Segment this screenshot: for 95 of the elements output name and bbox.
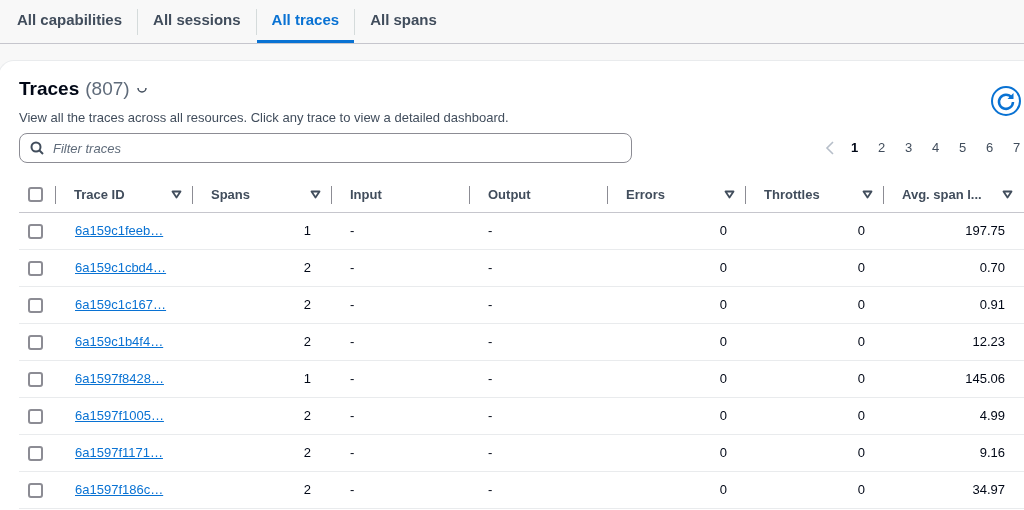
table-cell: - [488,223,493,239]
table-cell: 0 [857,223,865,239]
table-cell: - [488,408,493,424]
table-cell: 2 [303,334,311,350]
table-cell: 0 [857,260,865,276]
table-cell: - [488,445,493,461]
table-cell: - [350,260,355,276]
trace-id-link[interactable]: 6a159c1b4f4… [75,334,164,350]
tab[interactable]: All sessions [138,0,256,43]
panel-title: Traces [19,77,80,101]
trace-id-link[interactable]: 6a1597f186c… [75,482,164,498]
table-cell: - [350,223,355,239]
page-number[interactable]: 1 [847,138,862,158]
table-cell: 0 [857,445,865,461]
table-cell: 0 [719,334,727,350]
row-checkbox[interactable] [28,371,43,387]
table-cell: 0.91 [979,297,1005,313]
column-header: Input [350,185,382,204]
row-checkbox[interactable] [28,223,43,239]
trace-id-link[interactable]: 6a1597f8428… [75,371,164,387]
panel-description: View all the traces across all resources. Click any trace to view a detailed dashboard. [19,108,509,127]
table-cell: - [488,297,493,313]
page-number[interactable]: 7 [1009,138,1024,158]
row-checkbox[interactable] [28,408,43,424]
search-icon [30,141,44,155]
table-cell: 0.70 [979,260,1005,276]
table-cell: 0 [719,297,727,313]
previous-page-icon[interactable] [825,141,835,155]
table-cell: 1 [303,371,311,387]
table-cell: - [350,371,355,387]
table-cell: 0 [719,260,727,276]
trace-id-link[interactable]: 6a159c1feeb… [75,223,164,239]
table-cell: 0 [719,408,727,424]
table-cell: - [488,482,493,498]
row-checkbox[interactable] [28,482,43,498]
trace-id-link[interactable]: 6a1597f1005… [75,408,164,424]
page-number[interactable]: 2 [874,138,889,158]
table-cell: - [488,260,493,276]
row-checkbox[interactable] [28,297,43,313]
table-cell: - [488,334,493,350]
page-number[interactable]: 4 [928,138,943,158]
tab[interactable]: All traces [256,0,355,43]
table-cell: 1 [303,223,311,239]
column-header: Trace ID [74,185,125,204]
table-cell: 0 [719,371,727,387]
table-cell: 145.06 [965,371,1005,387]
sort-icon[interactable] [171,190,182,199]
table-cell: - [350,334,355,350]
table-cell: 0 [719,445,727,461]
refresh-icon[interactable] [990,85,1022,117]
trace-id-link[interactable]: 6a1597f1171… [75,445,163,461]
table-cell: 2 [303,482,311,498]
table-cell: 9.16 [979,445,1005,461]
table-cell: 2 [303,408,311,424]
table-cell: 12.23 [972,334,1005,350]
sort-icon[interactable] [1002,190,1013,199]
table-cell: - [350,482,355,498]
table-cell: 2 [303,297,311,313]
column-header: Errors [626,185,666,204]
table-cell: 2 [303,445,311,461]
sort-icon[interactable] [310,190,321,199]
tab[interactable]: All capabilities [2,0,138,43]
table-cell: 34.97 [972,482,1005,498]
table-cell: 4.99 [979,408,1005,424]
row-checkbox[interactable] [28,334,43,350]
column-header: Output [488,185,531,204]
trace-id-link[interactable]: 6a159c1cbd4… [75,260,167,276]
column-header: Throttles [764,185,820,204]
page-number[interactable]: 5 [955,138,970,158]
column-header: Avg. span l... [902,185,982,204]
row-checkbox[interactable] [28,187,43,202]
table-cell: 2 [303,260,311,276]
table-cell: 0 [857,334,865,350]
sort-icon[interactable] [724,190,735,199]
table-cell: 0 [719,482,727,498]
table-cell: - [350,445,355,461]
table-cell: 0 [857,408,865,424]
page-number[interactable]: 3 [901,138,916,158]
table-cell: - [350,297,355,313]
trace-count: (807) [85,77,130,101]
table-cell: 0 [719,223,727,239]
trace-id-link[interactable]: 6a159c1c167… [75,297,167,313]
table-cell: 0 [857,482,865,498]
table-cell: - [488,371,493,387]
sort-icon[interactable] [862,190,873,199]
table-cell: - [350,408,355,424]
row-checkbox[interactable] [28,260,43,276]
table-cell: 0 [857,371,865,387]
row-checkbox[interactable] [28,445,43,461]
page-number[interactable]: 6 [982,138,997,158]
tab[interactable]: All spans [355,0,452,43]
table-cell: 0 [857,297,865,313]
table-cell: 197.75 [965,223,1005,239]
search-field[interactable]: Filter traces [19,133,632,163]
column-header: Spans [211,185,250,204]
